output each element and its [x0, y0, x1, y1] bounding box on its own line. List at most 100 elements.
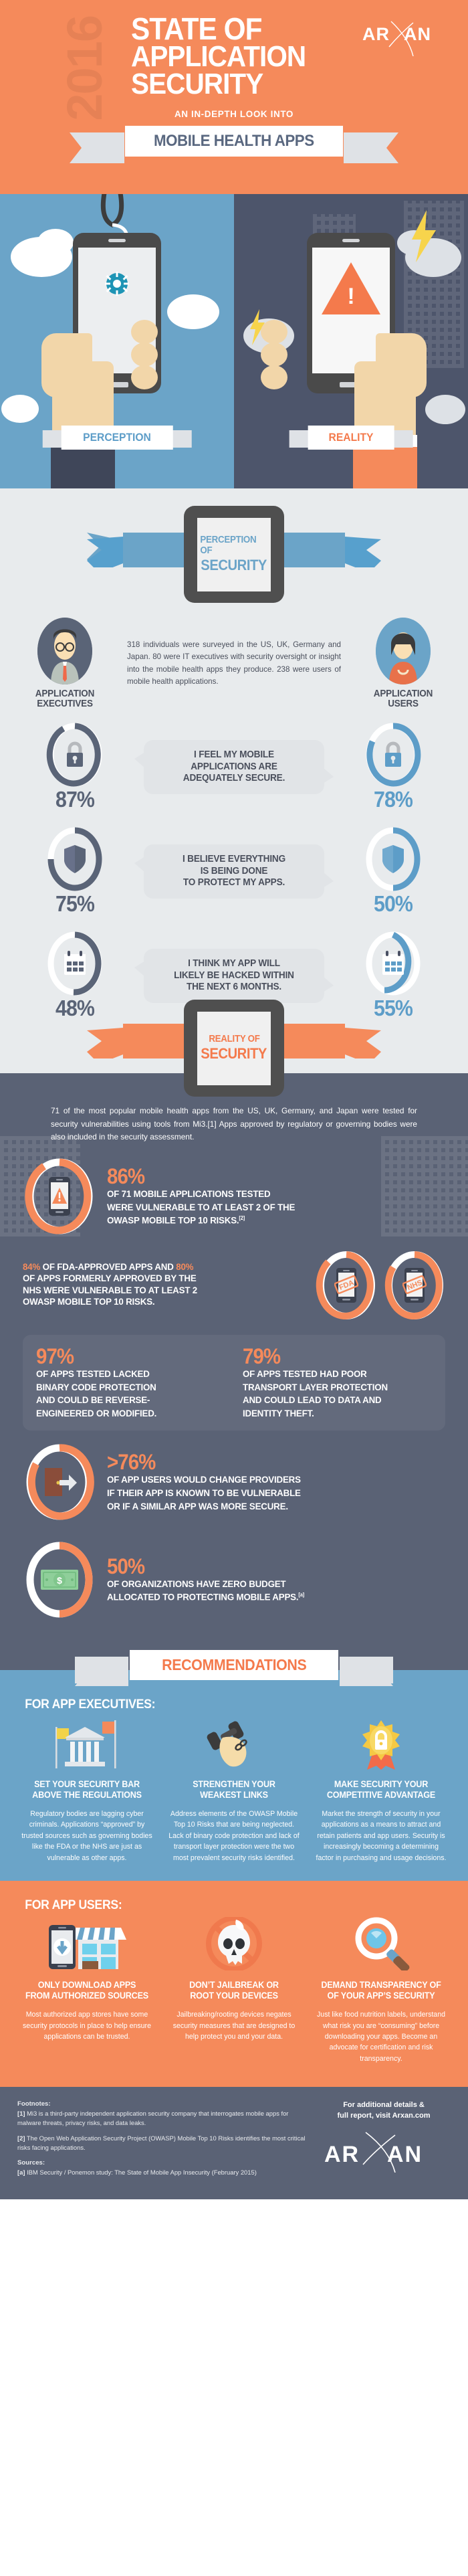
statement-line-1: I FEEL MY MOBILE	[194, 749, 274, 760]
cloud-icon	[37, 229, 74, 256]
source-a-marker: [a]	[17, 2168, 25, 2176]
government-building-icon	[17, 1718, 156, 1770]
donut-chart	[46, 826, 104, 893]
ribbon-tail-left	[70, 132, 124, 163]
reality-of-security-section: REALITY OF SECURITY 71 of the most popul…	[0, 1000, 468, 1646]
shield-icon	[380, 844, 406, 875]
no-jailbreak-skull-icon	[164, 1916, 304, 1970]
footer-cta-column: For additional details & full report, vi…	[317, 2100, 451, 2183]
user-card-3-title-2: OF YOUR APP’S SECURITY	[327, 1991, 435, 2001]
perception-label-box: PERCEPTION	[61, 426, 173, 450]
twin-stat-card: 97% OF APPS TESTED LACKED BINARY CODE PR…	[23, 1334, 445, 1431]
cta-line-1: For additional details &	[343, 2101, 425, 2110]
source-a-text: IBM Security / Ponemon study: The State …	[25, 2168, 257, 2176]
recommendations-exec-section: RECOMMENDATIONS FOR APP EXECUTIVES: SET …	[0, 1645, 468, 1881]
svg-text:AN: AN	[387, 2142, 423, 2167]
exec-card-1: SET YOUR SECURITY BAR ABOVE THE REGULATI…	[17, 1718, 156, 1863]
title-line-3: SECURITY	[131, 67, 263, 100]
shield-icon	[62, 844, 88, 875]
finger-icon	[261, 343, 287, 367]
money-icon: $	[40, 1568, 79, 1591]
pct-nhs: 80%	[176, 1262, 194, 1273]
exec-card-3-title-1: MAKE SECURITY YOUR	[334, 1778, 429, 1789]
stat-86-line3: OWASP MOBILE TOP 10 RISKS.	[107, 1216, 239, 1226]
user-card-3-body: Just like food nutrition labels, underst…	[317, 2011, 445, 2063]
perception-of-security-section: PERCEPTION OF SECURITY APPLICATION EXECU…	[0, 488, 468, 1043]
fda-text-b: OF APPS FORMERLY APPROVED BY THE	[23, 1273, 197, 1285]
strong-arm-icon	[164, 1718, 304, 1770]
stat-86-line2: WERE VULNERABLE TO AT LEAST 2 OF THE	[107, 1202, 296, 1213]
phone-fda-stamp-icon: FDA	[334, 1267, 358, 1304]
stat-left-75: 75%	[25, 826, 125, 917]
statement-line-1: I BELIEVE EVERYTHING	[182, 853, 286, 864]
persona-application-executives: APPLICATION EXECUTIVES	[15, 618, 115, 709]
user-card-2-body: Jailbreaking/rooting devices negates sec…	[172, 2011, 296, 2041]
exec-card-2: STRENGTHEN YOUR WEAKEST LINKS Address el…	[164, 1718, 304, 1863]
exec-cards: SET YOUR SECURITY BAR ABOVE THE REGULATI…	[0, 1715, 468, 1869]
gear-icon	[104, 270, 130, 297]
ribbon-band-left	[87, 533, 194, 574]
twin-97-line4: ENGINEERED OR MODIFIED.	[36, 1408, 157, 1420]
cloud-icon	[425, 395, 465, 424]
recommendations-users-section: FOR APP USERS: ONLY DOWNLOAD APPS FROM A…	[0, 1880, 468, 2088]
finger-icon	[131, 343, 158, 367]
stat-50-line2: ALLOCATED TO PROTECTING MOBILE APPS.	[107, 1592, 299, 1604]
ribbon-tail-right	[340, 1656, 393, 1686]
phone-speaker	[108, 239, 126, 242]
pct-left: 87%	[55, 787, 95, 812]
hero-year: 2016	[57, 16, 112, 121]
fda-text-a: OF FDA-APPROVED APPS AND	[40, 1262, 177, 1273]
suit-sleeve	[51, 447, 115, 488]
statement-line-3: ADEQUATELY SECURE.	[183, 773, 285, 784]
footnote-2-text: The Open Web Application Security Projec…	[17, 2134, 306, 2152]
hero-section: 2016 STATE OF APPLICATION SECURITY AR AN…	[0, 0, 468, 194]
lightning-bolt-icon	[409, 210, 439, 266]
tablet-illustration: PERCEPTION OF SECURITY	[184, 506, 284, 603]
fda-nhs-donuts: FDA NHS	[316, 1249, 445, 1321]
reality-tablet-header: REALITY OF SECURITY	[0, 994, 468, 1097]
reality-panel: ! REALITY	[234, 194, 468, 488]
donut-wrap	[23, 1157, 96, 1236]
twin-97-line3: AND COULD BE REVERSE-	[36, 1395, 150, 1406]
suit-sleeve	[353, 447, 417, 488]
stat-50-line1: OF ORGANIZATIONS HAVE ZERO BUDGET	[107, 1578, 286, 1590]
footnote-1-text: Mi3 is a third-party independent applica…	[17, 2110, 289, 2127]
exec-card-3: MAKE SECURITY YOUR COMPETITIVE ADVANTAGE…	[312, 1718, 451, 1863]
user-card-1-body: Most authorized app stores have some sec…	[23, 2011, 151, 2041]
exec-card-3-title-2: COMPETITIVE ADVANTAGE	[326, 1789, 436, 1800]
donut-wrap	[23, 1443, 96, 1522]
pct-left: 75%	[55, 891, 95, 917]
exec-card-2-title-1: STRENGTHEN YOUR	[193, 1778, 275, 1789]
persona-user-label-1: APPLICATION	[373, 688, 433, 699]
cta-line-2: full report, visit Arxan.com	[337, 2112, 431, 2120]
fda-text-block: 84% OF FDA-APPROVED APPS AND 80% OF APPS…	[23, 1262, 306, 1308]
exec-card-3-body: Market the strength of security in your …	[316, 1809, 447, 1862]
twin-97-line1: OF APPS TESTED LACKED	[36, 1368, 150, 1380]
user-card-2-title-1: DON’T JAILBREAK OR	[189, 1979, 279, 1990]
recommendations-ribbon: RECOMMENDATIONS	[0, 1647, 468, 1686]
lock-icon	[64, 741, 86, 768]
statement-line-3: TO PROTECT MY APPS.	[183, 877, 285, 889]
survey-description: 318 individuals were surveyed in the US,…	[127, 640, 341, 686]
donut-chart	[364, 826, 422, 893]
pct-fda: 84%	[23, 1262, 41, 1273]
pct-right: 50%	[373, 891, 413, 917]
finger-icon	[261, 365, 287, 389]
statement-line-2: LIKELY BE HACKED WITHIN	[174, 970, 294, 981]
user-card-1-title-2: FROM AUTHORIZED SOURCES	[25, 1991, 149, 2001]
user-card-2: DON’T JAILBREAK OR ROOT YOUR DEVICES Jai…	[164, 1916, 304, 2064]
exec-card-2-title-2: WEAKEST LINKS	[200, 1789, 268, 1800]
survey-row: APPLICATION EXECUTIVES 318 individuals w…	[0, 607, 468, 715]
magnifying-glass-icon	[312, 1917, 451, 1970]
user-card-1: ONLY DOWNLOAD APPS FROM AUTHORIZED SOURC…	[17, 1918, 156, 2064]
twin-stat-79: 79% OF APPS TESTED HAD POOR TRANSPORT LA…	[243, 1346, 432, 1420]
user-card-2-title-2: ROOT YOUR DEVICES	[190, 1991, 278, 2001]
reality-stat-50: $ 50% OF ORGANIZATIONS HAVE ZERO BUDGET …	[0, 1531, 468, 1629]
donut-chart	[364, 721, 422, 788]
phone-speaker	[342, 239, 360, 242]
user-card-3: DEMAND TRANSPARENCY OF OF YOUR APP’S SEC…	[312, 1917, 451, 2064]
perception-tablet-line1: PERCEPTION OF	[200, 535, 257, 556]
statement-line-2: IS BEING DONE	[200, 865, 268, 877]
exec-card-1-title-1: SET YOUR SECURITY BAR	[34, 1778, 140, 1789]
reality-stat-fda-nhs: 84% OF FDA-APPROVED APPS AND 80% OF APPS…	[0, 1245, 468, 1328]
